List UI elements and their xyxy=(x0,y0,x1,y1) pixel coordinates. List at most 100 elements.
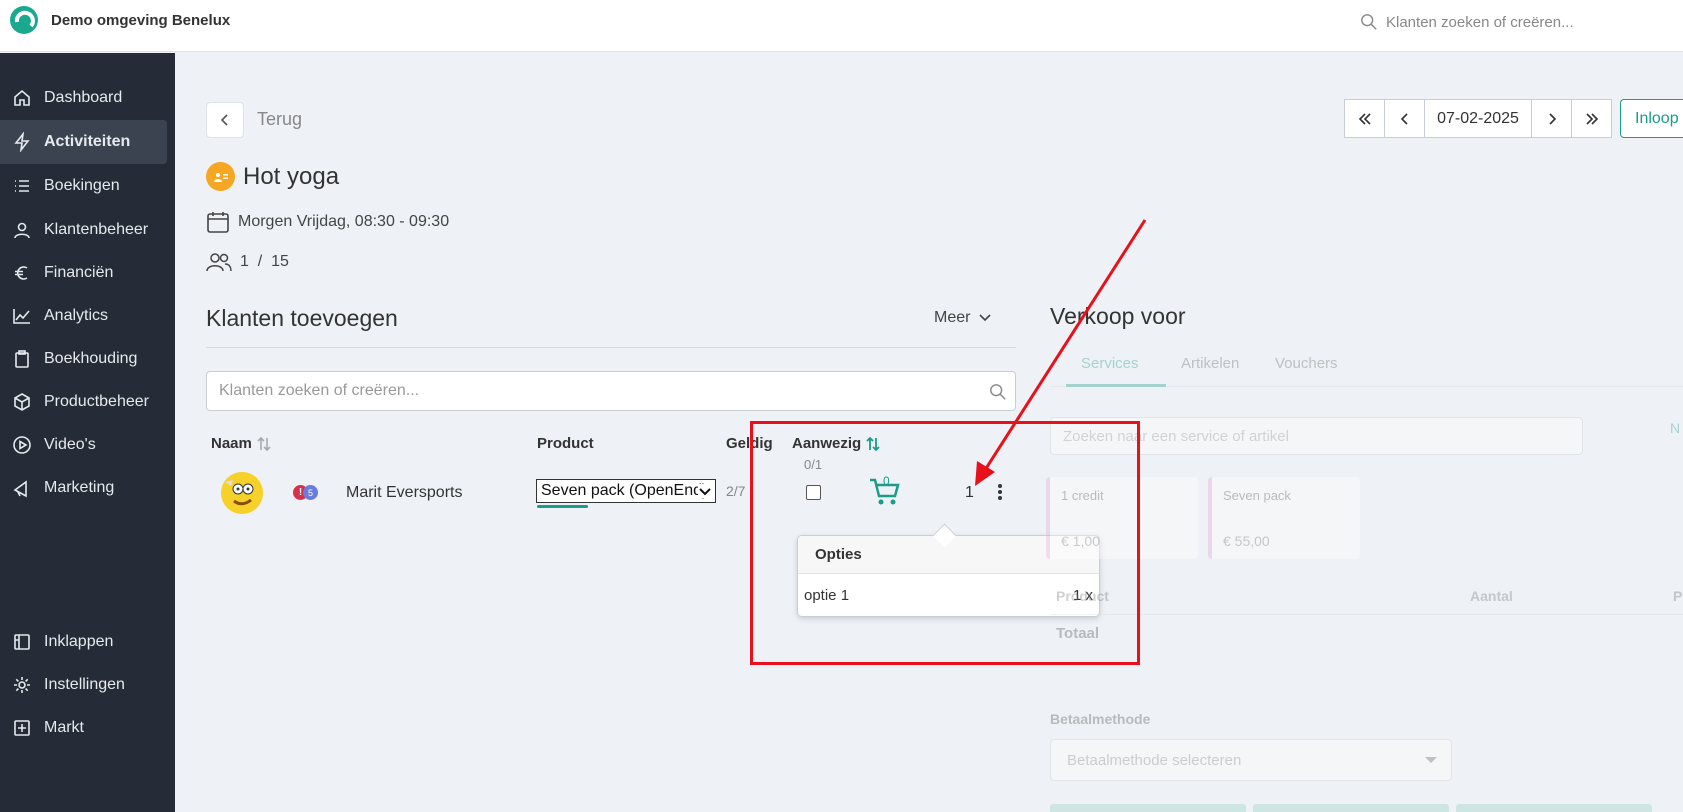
chevron-left-icon xyxy=(1400,112,1408,125)
sidebar-item-label: Productbeheer xyxy=(44,393,149,410)
double-chevron-right-icon xyxy=(1585,112,1598,125)
column-header-label: Aanwezig xyxy=(792,435,862,452)
more-dropdown[interactable]: Meer xyxy=(934,309,992,327)
sidebar-item-dashboard[interactable]: Dashboard xyxy=(0,76,167,120)
sidebar-item-label: Inklappen xyxy=(44,633,114,650)
customers-section-title: Klanten toevoegen xyxy=(206,305,398,331)
activity-type-badge xyxy=(206,162,235,191)
inloop-button[interactable]: Inloop xyxy=(1620,99,1683,138)
sidebar-item-label: Marketing xyxy=(44,479,115,496)
customer-search-placeholder: Klanten zoeken of creëren... xyxy=(219,382,420,399)
euro-icon xyxy=(15,266,28,280)
sales-panel: Verkoop voor Services Artikelen Vouchers… xyxy=(1040,290,1683,812)
product-card-price: € 1,00 xyxy=(1061,533,1100,549)
sidebar-item-financien[interactable]: Financiën xyxy=(0,251,167,295)
sort-icon[interactable] xyxy=(256,436,272,452)
product-card-price: € 55,00 xyxy=(1223,533,1270,549)
sales-total-label: Totaal xyxy=(1056,625,1100,642)
chevron-left-icon xyxy=(220,114,228,126)
count-badge[interactable]: 5 xyxy=(303,485,318,500)
clipboard-icon xyxy=(15,350,29,368)
previous-day-button[interactable] xyxy=(1384,99,1425,138)
sidebar-item-boekingen[interactable]: Boekingen xyxy=(0,164,167,208)
column-header-label: Geldig xyxy=(726,435,773,452)
sidebar-item-boekhouding[interactable]: Boekhouding xyxy=(0,337,167,381)
tab-vouchers[interactable]: Vouchers xyxy=(1275,355,1338,372)
column-header-present[interactable]: Aanwezig xyxy=(792,435,881,452)
payment-method-placeholder: Betaalmethode selecteren xyxy=(1067,752,1242,769)
sidebar-item-activiteiten[interactable]: Activiteiten xyxy=(0,120,167,164)
users-icon xyxy=(206,253,232,272)
megaphone-icon xyxy=(13,480,27,498)
sales-action-button[interactable] xyxy=(1050,804,1246,812)
avatar-character-icon xyxy=(221,472,263,514)
sidebar-item-label: Markt xyxy=(44,719,84,736)
payment-method-select[interactable]: Betaalmethode selecteren xyxy=(1050,739,1452,781)
chevron-down-icon xyxy=(698,484,712,498)
first-page-button[interactable] xyxy=(1344,99,1385,138)
column-header-name[interactable]: Naam xyxy=(211,435,272,452)
activity-title: Hot yoga xyxy=(243,163,340,190)
chevron-right-icon xyxy=(1548,112,1556,125)
more-label: Meer xyxy=(934,309,971,326)
new-link[interactable]: N xyxy=(1670,420,1680,436)
back-label[interactable]: Terug xyxy=(257,109,302,130)
date-display[interactable]: 07-02-2025 xyxy=(1424,99,1532,138)
sort-icon[interactable] xyxy=(865,436,881,452)
sidebar-item-inklappen[interactable]: Inklappen xyxy=(0,620,167,664)
sales-action-button[interactable] xyxy=(1456,804,1652,812)
global-search[interactable]: Klanten zoeken of creëren... xyxy=(1360,10,1683,34)
play-icon xyxy=(13,436,31,454)
eversports-logo-icon[interactable] xyxy=(9,5,39,35)
sidebar-item-klantenbeheer[interactable]: Klantenbeheer xyxy=(0,208,167,252)
sales-table-header-price: P xyxy=(1673,588,1683,604)
product-select[interactable]: Seven pack (OpenEnd) xyxy=(536,479,716,503)
search-icon xyxy=(990,384,1006,400)
quantity[interactable]: 1 xyxy=(965,484,974,502)
caret-down-icon xyxy=(1425,757,1437,763)
activity-participants: 1 / 15 xyxy=(206,251,289,273)
home-icon xyxy=(14,89,30,106)
search-icon xyxy=(1361,14,1377,30)
product-card[interactable]: Seven pack € 55,00 xyxy=(1208,477,1360,559)
tab-services[interactable]: Services xyxy=(1081,355,1139,372)
global-search-placeholder: Klanten zoeken of creëren... xyxy=(1386,13,1574,31)
service-search-input[interactable]: Zoeken naar een service of artikel xyxy=(1050,417,1583,455)
sales-table-divider xyxy=(1050,614,1683,615)
product-card[interactable]: 1 credit € 1,00 xyxy=(1046,477,1198,559)
sales-action-button[interactable] xyxy=(1253,804,1449,812)
brand-name[interactable]: Demo omgeving Benelux xyxy=(51,12,230,29)
more-vertical-icon[interactable] xyxy=(995,482,1005,502)
sidebar-item-label: Video's xyxy=(44,436,96,453)
plus-square-icon xyxy=(14,720,30,736)
sidebar-item-markt[interactable]: Markt xyxy=(0,706,167,750)
last-page-button[interactable] xyxy=(1571,99,1612,138)
customer-search-input[interactable]: Klanten zoeken of creëren... xyxy=(206,371,1016,411)
sidebar-item-instellingen[interactable]: Instellingen xyxy=(0,663,167,707)
box-icon xyxy=(14,393,30,411)
sidebar-item-label: Analytics xyxy=(44,307,109,324)
sidebar-item-label: Financiën xyxy=(44,264,114,281)
sidebar-item-videos[interactable]: Video's xyxy=(0,423,167,467)
column-header-label: Naam xyxy=(211,435,252,452)
product-card-title: 1 credit xyxy=(1061,488,1104,503)
option-label: optie 1 xyxy=(804,587,850,604)
tab-artikelen[interactable]: Artikelen xyxy=(1181,355,1239,372)
present-checkbox[interactable] xyxy=(806,485,821,500)
sidebar-item-productbeheer[interactable]: Productbeheer xyxy=(0,380,167,424)
id-card-icon xyxy=(213,172,228,182)
sidebar-item-label: Instellingen xyxy=(44,676,125,693)
sidebar-item-marketing[interactable]: Marketing xyxy=(0,466,167,510)
customer-name[interactable]: Marit Eversports xyxy=(346,484,462,502)
sidebar-item-label: Boekhouding xyxy=(44,350,138,367)
sidebar: Dashboard Activiteiten Boekingen Klanten… xyxy=(0,53,175,812)
bolt-icon xyxy=(14,132,30,152)
present-count: 0/1 xyxy=(804,457,823,472)
sidebar-item-analytics[interactable]: Analytics xyxy=(0,294,167,338)
product-card-title: Seven pack xyxy=(1223,488,1291,503)
back-button[interactable] xyxy=(206,102,244,138)
column-header-product: Product xyxy=(537,435,594,452)
next-day-button[interactable] xyxy=(1531,99,1572,138)
customer-avatar[interactable] xyxy=(221,472,263,514)
payment-method-label: Betaalmethode xyxy=(1050,711,1151,727)
